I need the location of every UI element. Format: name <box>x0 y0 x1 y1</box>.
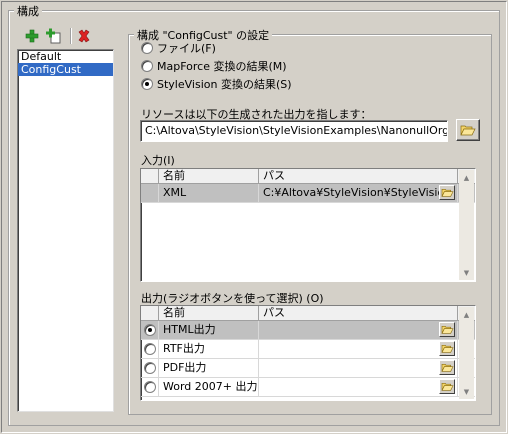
browse-input-button[interactable] <box>439 185 455 200</box>
radio-mapforce-label: MapForce 変換の結果(M) <box>157 60 287 73</box>
output-path-cell[interactable] <box>259 321 458 339</box>
inputs-grid[interactable]: 名前 パス XML C:¥Altova¥StyleVision¥StyleVis… <box>140 168 476 282</box>
radio-button[interactable] <box>141 60 153 72</box>
output-name-cell[interactable]: PDF出力 <box>159 359 259 377</box>
copy-plus-icon <box>46 28 61 44</box>
input-name-cell[interactable]: XML <box>159 184 259 202</box>
output-path-cell[interactable] <box>259 340 458 358</box>
outputs-header: 名前 パス <box>141 306 475 321</box>
output-name-cell[interactable]: HTML出力 <box>159 321 259 339</box>
scroll-down-icon[interactable]: ▼ <box>459 384 474 399</box>
browse-output-button[interactable] <box>439 341 455 356</box>
scroll-up-icon[interactable]: ▲ <box>459 307 474 322</box>
output-radio[interactable] <box>144 381 156 393</box>
radio-file[interactable]: ファイル(F) <box>141 40 292 56</box>
inputs-header: 名前 パス <box>141 169 475 184</box>
outputs-grid[interactable]: 名前 パス HTML出力 RTF出力 PDF出力 Word 2007+ 出力 ▲… <box>140 305 476 401</box>
radio-button-selected[interactable] <box>141 78 153 90</box>
folder-open-icon <box>440 189 454 197</box>
inputs-col-name: 名前 <box>159 169 259 183</box>
radio-button[interactable] <box>141 42 153 54</box>
table-row[interactable]: RTF出力 <box>141 340 475 359</box>
folder-open-icon <box>440 383 454 391</box>
table-row[interactable]: Word 2007+ 出力 <box>141 378 475 397</box>
browse-output-button[interactable] <box>439 379 455 394</box>
plus-icon <box>25 29 39 43</box>
config-item-default[interactable]: Default <box>18 50 113 63</box>
table-row[interactable]: PDF出力 <box>141 359 475 378</box>
output-name-cell[interactable]: RTF出力 <box>159 340 259 358</box>
scroll-up-icon[interactable]: ▲ <box>459 170 474 185</box>
browse-output-button[interactable] <box>439 322 455 337</box>
radio-mapforce[interactable]: MapForce 変換の結果(M) <box>141 58 292 74</box>
output-name-cell[interactable]: Word 2007+ 出力 <box>159 378 259 396</box>
toolbar-separator <box>70 28 71 44</box>
output-radio-selected[interactable] <box>144 324 156 336</box>
scroll-down-icon[interactable]: ▼ <box>459 265 474 280</box>
input-path-cell[interactable]: C:¥Altova¥StyleVision¥StyleVision <box>259 184 458 202</box>
group-title: 構成 <box>14 3 42 19</box>
folder-open-icon <box>440 345 454 353</box>
folder-open-icon <box>460 125 476 136</box>
browse-resource-button[interactable] <box>456 119 480 141</box>
inputs-col-path: パス <box>259 169 458 183</box>
delete-config-button[interactable] <box>74 27 94 45</box>
output-path-cell[interactable] <box>259 359 458 377</box>
folder-open-icon <box>440 364 454 372</box>
add-config-button[interactable] <box>22 27 42 45</box>
output-radio[interactable] <box>144 362 156 374</box>
radio-stylevision-label: StyleVision 変換の結果(S) <box>157 78 292 91</box>
outputs-col-path: パス <box>259 306 458 320</box>
copy-config-button[interactable] <box>44 27 64 45</box>
resource-path-field[interactable]: C:\Altova\StyleVision\StyleVisionExample… <box>140 120 448 142</box>
table-row[interactable]: HTML出力 <box>141 321 475 340</box>
outputs-col-name: 名前 <box>159 306 259 320</box>
output-path-cell[interactable] <box>259 378 458 396</box>
radio-stylevision[interactable]: StyleVision 変換の結果(S) <box>141 76 292 92</box>
config-item-configcust[interactable]: ConfigCust <box>18 63 113 76</box>
folder-open-icon <box>440 326 454 334</box>
inputs-label: 入力(I) <box>141 154 175 167</box>
outputs-label: 出力(ラジオボタンを使って選択) (O) <box>141 292 324 305</box>
table-row[interactable]: XML C:¥Altova¥StyleVision¥StyleVision <box>141 184 475 203</box>
radio-file-label: ファイル(F) <box>157 42 216 55</box>
input-path-text: C:¥Altova¥StyleVision¥StyleVision <box>263 186 452 199</box>
output-radio[interactable] <box>144 343 156 355</box>
configuration-list[interactable]: Default ConfigCust <box>17 49 114 412</box>
delete-x-icon <box>78 29 90 43</box>
source-options: ファイル(F) MapForce 変換の結果(M) StyleVision 変換… <box>141 40 292 92</box>
outputs-scrollbar[interactable]: ▲ ▼ <box>459 307 474 399</box>
browse-output-button[interactable] <box>439 360 455 375</box>
inputs-scrollbar[interactable]: ▲ ▼ <box>459 170 474 280</box>
